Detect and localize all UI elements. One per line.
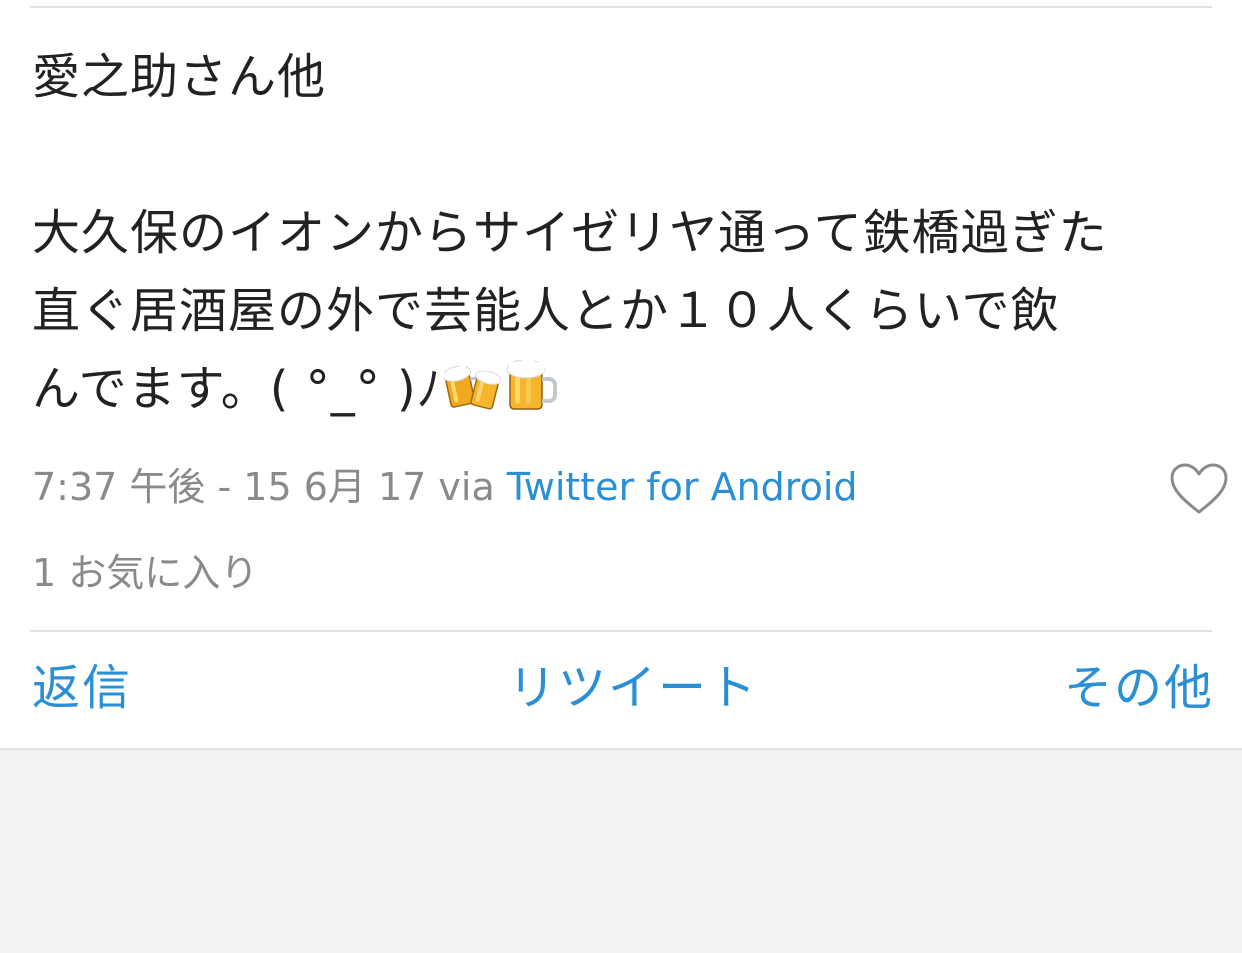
tweet-meta: 7:37 午後 - 15 6月 17 via Twitter for Andro… xyxy=(32,462,858,512)
beer-mug-emoji xyxy=(504,356,560,434)
tweet-text-line-1: 愛之助さん他 xyxy=(32,49,327,105)
tweet-text-line-4-text: んでます。( °_° )ﾉ xyxy=(32,361,442,417)
empty-background-area xyxy=(0,750,1242,953)
tweet-text: 愛之助さん他 大久保のイオンからサイゼリヤ通って鉄橋過ぎた 直ぐ居酒屋の外で芸能… xyxy=(32,38,1217,434)
clinking-beer-mugs-emoji xyxy=(442,356,502,434)
client-link[interactable]: Twitter for Android xyxy=(507,465,858,509)
tweet-timestamp: 7:37 午後 - 15 6月 17 via xyxy=(32,465,507,509)
reply-button[interactable]: 返信 xyxy=(32,660,132,716)
tweet-detail-card: 愛之助さん他 大久保のイオンからサイゼリヤ通って鉄橋過ぎた 直ぐ居酒屋の外で芸能… xyxy=(0,0,1242,750)
retweet-button[interactable]: リツイート xyxy=(508,660,758,716)
more-button[interactable]: その他 xyxy=(1064,660,1214,716)
tweet-text-line-2: 大久保のイオンからサイゼリヤ通って鉄橋過ぎた xyxy=(32,205,1108,261)
actions-divider xyxy=(30,630,1212,632)
favorites-count[interactable]: 1 お気に入り xyxy=(32,548,258,598)
tweet-text-line-3: 直ぐ居酒屋の外で芸能人とか１０人くらいで飲 xyxy=(32,283,1060,339)
tweet-text-line-4: んでます。( °_° )ﾉ xyxy=(32,350,1217,434)
favorite-heart-icon[interactable] xyxy=(1168,462,1230,516)
top-divider xyxy=(30,6,1212,8)
